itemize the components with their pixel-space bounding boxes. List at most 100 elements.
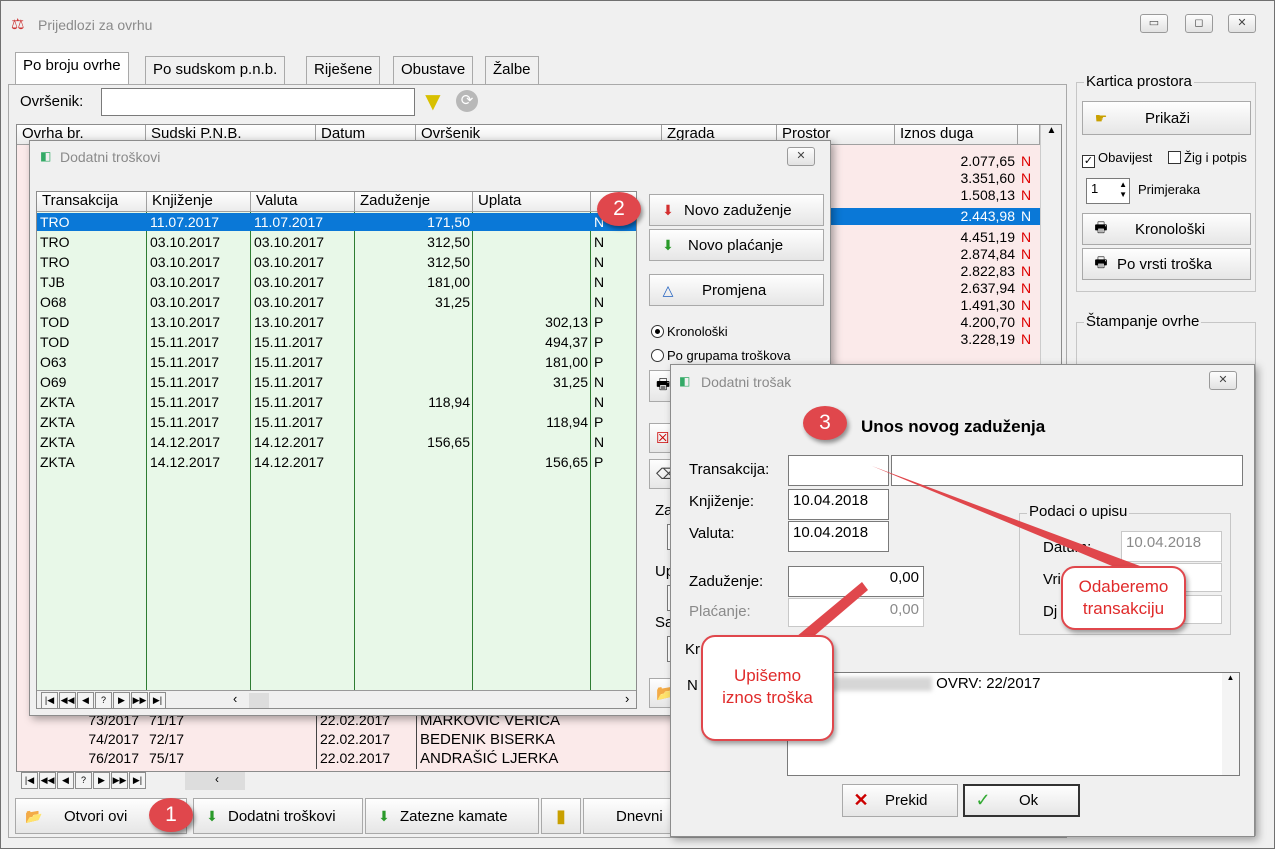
troskovi-grid-nav[interactable]: |◀ ◀◀ ◀? ▶ ▶▶ ▶| [41,692,167,708]
nav-help-icon[interactable]: ? [75,772,92,789]
flag-cell: N [594,254,605,270]
iznos-cell: 2.874,84 [960,246,1016,262]
flag-cell: N [1021,314,1032,330]
po-vrsti-label: Po vrsti troška [1117,255,1213,273]
flag-cell: N [594,234,605,250]
tab-po-sudskom-pnb[interactable]: Po sudskom p.n.b. [145,56,286,84]
po-vrsti-print-button[interactable]: 🖶 Po vrsti troška [1082,248,1251,280]
prekid-label: Prekid [885,792,928,809]
flag-cell: P [594,354,604,370]
tab-obustave[interactable]: Obustave [393,56,474,84]
valuta-cell: 03.10.2017 [254,294,325,310]
transakcija-code-input[interactable] [788,455,889,486]
zaduzenje-cell [355,353,473,371]
zig-checkbox[interactable]: Žig i potpis [1168,150,1247,165]
col-zaduzenje[interactable]: Zaduženje [355,192,473,212]
n-label: N [687,677,698,694]
zaduzenje-cell: 312,50 [427,254,470,270]
kronoloski-print-button[interactable]: 🖶 Kronološki [1082,213,1251,245]
col-knjizenje[interactable]: Knjiženje [147,192,251,212]
scroll-left-icon[interactable]: ‹ [233,691,237,706]
valuta-input[interactable]: 10.04.2018 [788,521,889,552]
nav-first-icon[interactable]: |◀ [21,772,38,789]
refresh-icon[interactable]: ⟳ [456,90,478,112]
dnevni-button[interactable]: Dnevni [583,798,675,834]
novo-zaduzenje-button[interactable]: ⬇ Novo zaduženje [649,194,824,226]
maximize-button[interactable]: ◻ [1185,14,1213,33]
close-button[interactable]: ✕ [1228,14,1256,33]
search-input[interactable] [101,88,415,116]
datum-cell: 22.02.2017 [316,749,416,769]
napomena-textarea[interactable]: OVRV: 22/2017 ▲ [787,672,1240,776]
minimize-button[interactable]: ▭ [1140,14,1168,33]
callout-text: Upišemo [733,666,802,685]
knjizenje-cell: 11.07.2017 [150,214,220,230]
spin-icon[interactable]: ▲ ▼ [1119,180,1127,200]
novo-placanje-button[interactable]: ⬇ Novo plaćanje [649,229,824,261]
nav-prev-icon[interactable]: ◀ [77,692,94,708]
flag-cell: N [594,394,605,410]
callout-text: transakciju [1082,599,1165,618]
flag-cell: N [594,274,605,290]
nav-next-page-icon[interactable]: ▶▶ [131,692,148,708]
dodatni-troskovi-close-button[interactable]: ✕ [787,147,815,166]
nav-first-icon[interactable]: |◀ [41,692,58,708]
ok-button[interactable]: ✓ Ok [963,784,1080,817]
textarea-scrollbar[interactable]: ▲ [1222,673,1239,775]
zaduzenje-cell: 171,50 [427,214,470,230]
prekid-button[interactable]: ✕ Prekid [842,784,958,817]
obavijest-checkbox[interactable]: ✓ Obavijest [1082,150,1152,168]
nav-prev-page-icon[interactable]: ◀◀ [39,772,56,789]
nav-prev-icon[interactable]: ◀ [57,772,74,789]
tab-rijesene[interactable]: Riješene [306,56,381,84]
transakcija-cell: TRO [40,234,70,250]
zaduzenje-input[interactable]: 0,00 [788,566,924,597]
check-icon: ✓ [975,790,991,810]
uplata-cell: 494,37 [545,334,588,350]
main-hscroll[interactable]: ‹ [185,772,245,790]
valuta-cell: 14.12.2017 [254,434,325,450]
nav-next-page-icon[interactable]: ▶▶ [111,772,128,789]
nav-next-icon[interactable]: ▶ [93,772,110,789]
tab-po-broju-ovrhe[interactable]: Po broju ovrhe [15,52,129,84]
flag-cell: N [1021,187,1032,203]
knjizenje-input[interactable]: 10.04.2018 [788,489,889,520]
col-transakcija[interactable]: Transakcija [37,192,147,212]
primjeraka-value: 1 [1091,181,1099,196]
uplata-cell [473,273,591,291]
kronoloski-radio[interactable]: Kronološki [651,324,728,339]
nav-help-icon[interactable]: ? [95,692,112,708]
nav-last-icon[interactable]: ▶| [129,772,146,789]
transakcija-name-input[interactable] [891,455,1243,486]
transakcija-label: Transakcija: [689,461,770,478]
col-valuta[interactable]: Valuta [251,192,355,212]
flag-cell: N [1021,153,1032,169]
col-uplata[interactable]: Uplata [473,192,591,212]
tab-label: Po broju ovrhe [23,57,121,74]
hscroll-thumb[interactable] [249,693,269,708]
filter-icon[interactable]: ▼ [420,86,446,117]
promjena-button[interactable]: △ Promjena [649,274,824,306]
primjeraka-stepper[interactable]: 1 ▲ ▼ [1086,178,1130,204]
zatezne-kamate-button[interactable]: ⬇ Zatezne kamate [365,798,539,834]
nav-last-icon[interactable]: ▶| [149,692,166,708]
nav-next-icon[interactable]: ▶ [113,692,130,708]
book-button[interactable]: ▮ [541,798,581,834]
valuta-value: 10.04.2018 [793,524,869,541]
main-grid-nav[interactable]: |◀ ◀◀ ◀? ▶ ▶▶ ▶| [21,772,147,790]
radio-on-icon [651,325,664,338]
ok-label: Ok [1019,792,1039,809]
col-iznos-duga[interactable]: Iznos duga [895,125,1018,145]
dodatni-troskovi-button[interactable]: ⬇ Dodatni troškovi [193,798,363,834]
dodatni-trosak-close-button[interactable]: ✕ [1209,371,1237,390]
scroll-right-icon[interactable]: › [625,691,629,706]
po-grupama-radio[interactable]: Po grupama troškova [651,348,791,363]
datum-value: 10.04.2018 [1126,534,1202,551]
nav-prev-page-icon[interactable]: ◀◀ [59,692,76,708]
prikazi-button[interactable]: ☛ Prikaži [1082,101,1251,135]
tab-zalbe[interactable]: Žalbe [485,56,539,84]
uplata-cell: 31,25 [552,374,588,390]
primjeraka-label: Primjeraka [1138,182,1201,197]
valuta-label: Valuta: [689,525,735,542]
iznos-cell: 2.637,94 [960,280,1016,296]
